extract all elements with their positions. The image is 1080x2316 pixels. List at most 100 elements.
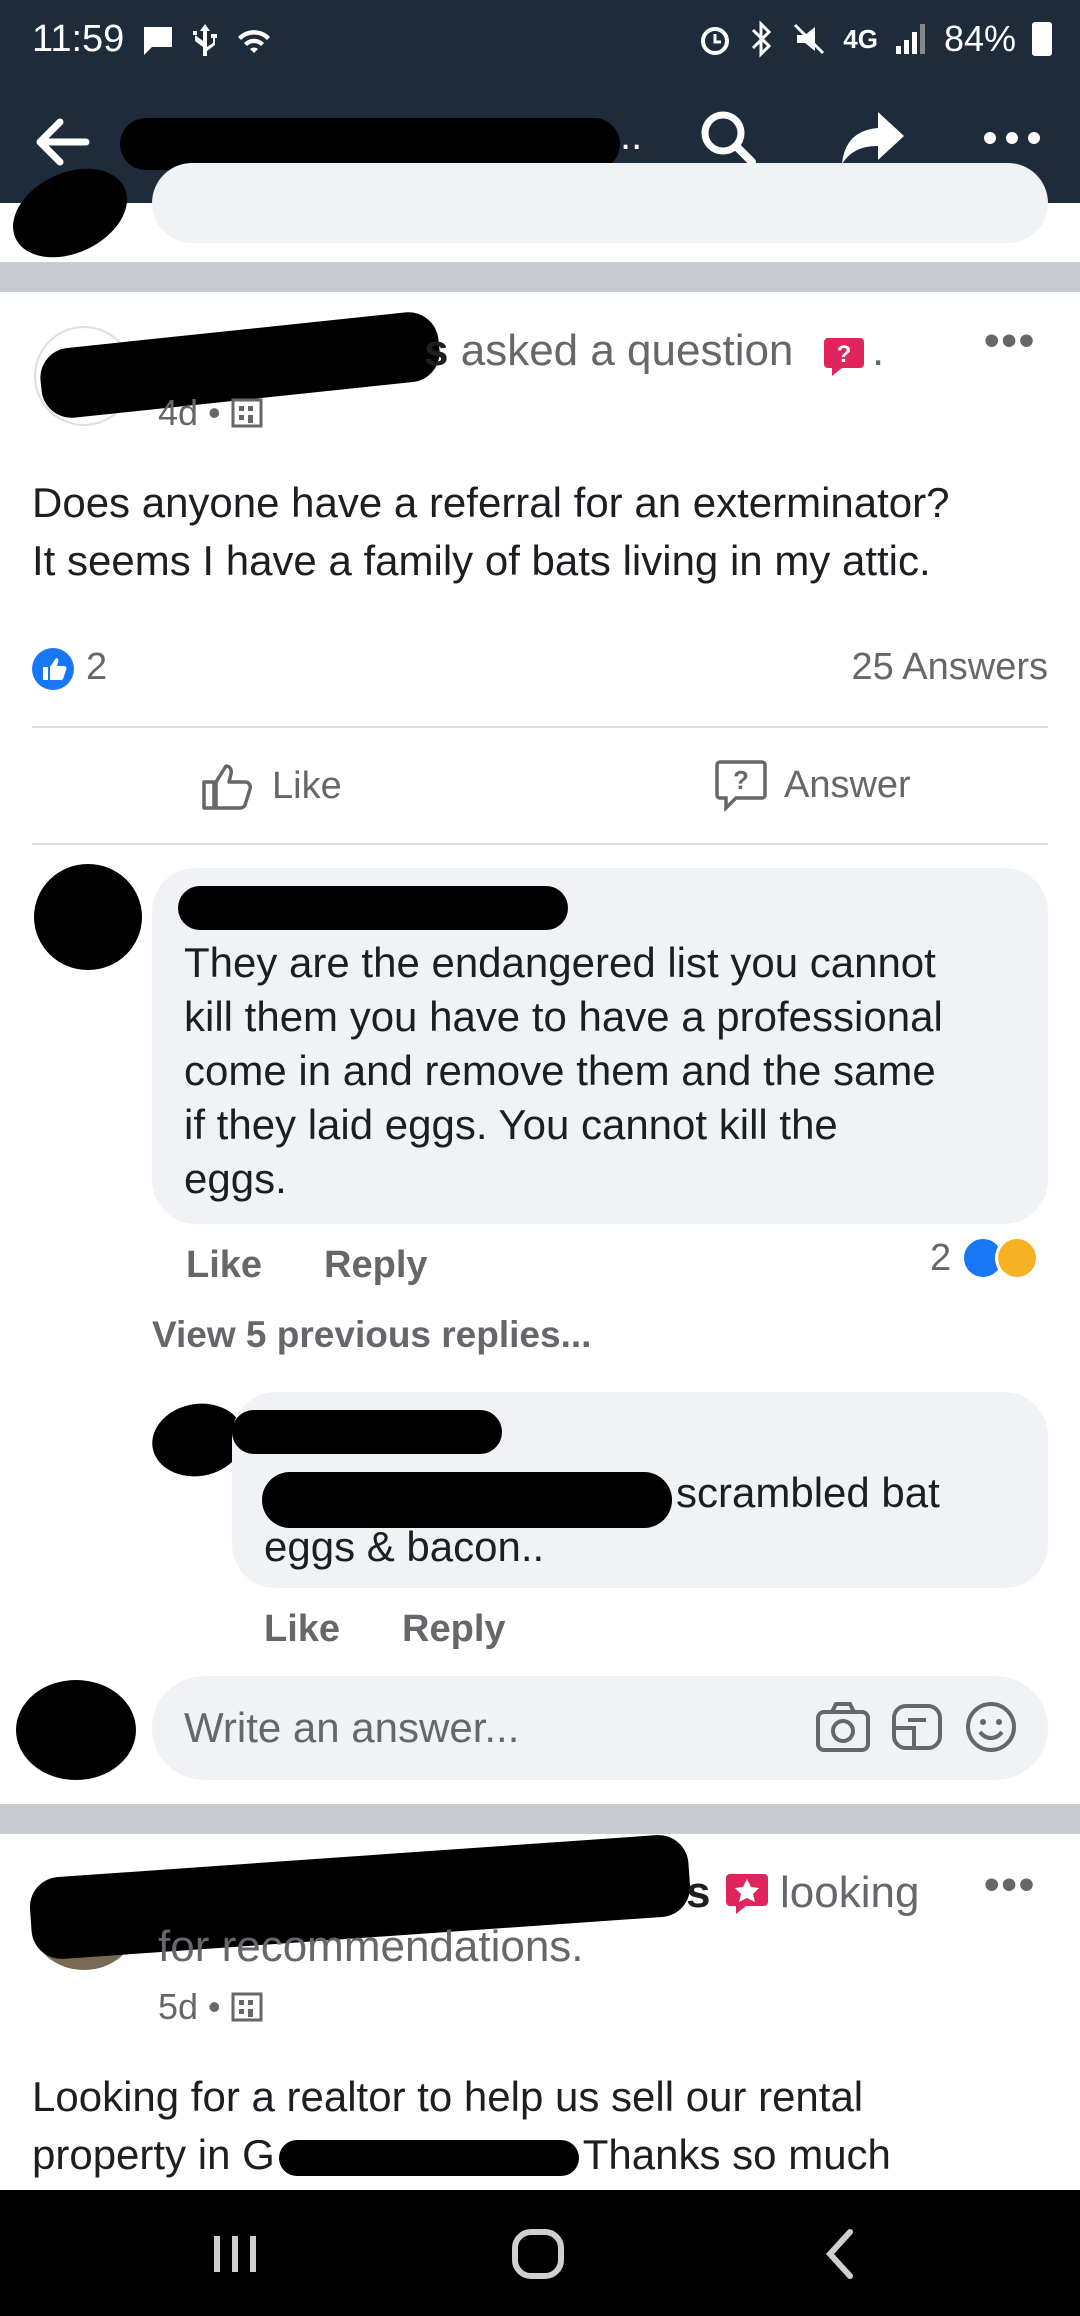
post-body-prefix: property in G [32, 2131, 275, 2178]
author-name-tail: s [424, 326, 449, 375]
post-meta: 5d • [158, 1986, 263, 2028]
home-icon[interactable] [503, 2224, 573, 2284]
header-period: . [872, 326, 885, 375]
recommendation-badge-icon [726, 1874, 768, 1914]
meta-separator: • [208, 392, 221, 433]
commenter-avatar[interactable] [34, 864, 142, 970]
camera-icon[interactable] [814, 1698, 872, 1756]
gif-sticker-icon[interactable] [888, 1698, 946, 1756]
post-more-icon[interactable]: ••• [984, 316, 1036, 366]
like-button-label: Like [272, 764, 342, 807]
divider-line [32, 843, 1048, 845]
divider-line [32, 726, 1048, 728]
post-action-text: looking [780, 1868, 920, 1917]
post-body-line: Does anyone have a referral for an exter… [32, 479, 950, 526]
post-body: Does anyone have a referral for an exter… [32, 474, 1052, 590]
recent-apps-icon[interactable] [200, 2224, 270, 2284]
bluetooth-icon [752, 20, 772, 58]
answer-button[interactable]: ? Answer [714, 758, 911, 812]
post-more-icon[interactable]: ••• [984, 1860, 1036, 1910]
reply-bubble: scrambled bat eggs & bacon.. [232, 1392, 1048, 1588]
system-nav-bar [0, 2190, 1080, 2316]
battery-icon [1032, 22, 1052, 56]
reply-line-2: eggs & bacon.. [264, 1523, 545, 1570]
answer-button-label: Answer [784, 763, 911, 806]
group-title[interactable]: ... [120, 114, 640, 170]
author-header: s asked a question [424, 326, 793, 376]
comment-line: come in and remove them and the same [184, 1047, 936, 1094]
comment-like-button[interactable]: Like [186, 1244, 262, 1287]
redacted-location [278, 2139, 579, 2176]
post-body: Looking for a realtor to help us sell ou… [32, 2068, 1052, 2184]
group-audience-icon [231, 1992, 263, 2022]
comment-line: kill them you have to have a professiona… [184, 993, 943, 1040]
comment-reaction-summary[interactable]: 2 [930, 1236, 1040, 1280]
svg-text:?: ? [733, 765, 749, 795]
post-body-line: It seems I have a family of bats living … [32, 537, 931, 584]
comment-text: They are the endangered list you cannot … [184, 936, 943, 1206]
answer-composer[interactable]: Write an answer... [152, 1676, 1048, 1780]
comment-line: if they laid eggs. You cannot kill the [184, 1101, 838, 1148]
author-header: s [686, 1868, 710, 1918]
like-button[interactable]: Like [200, 758, 342, 814]
like-count[interactable]: 2 [86, 646, 107, 689]
like-reaction-icon[interactable] [32, 648, 74, 690]
comment-reply-button[interactable]: Reply [324, 1244, 427, 1287]
haha-reaction-icon [995, 1236, 1040, 1280]
network-type: 4G [843, 23, 878, 54]
post-body-suffix: Thanks so much [582, 2131, 891, 2178]
reply-actions: Like Reply [264, 1608, 506, 1651]
group-audience-icon [231, 398, 263, 428]
status-bar: 11:59 4G 84% [0, 0, 1080, 84]
battery-percent: 84% [943, 18, 1016, 59]
share-icon[interactable] [838, 106, 908, 170]
thumbs-up-outline-icon [202, 764, 252, 810]
view-previous-replies-link[interactable]: View 5 previous replies... [152, 1314, 591, 1356]
post-body-line: property in G Thanks so much [32, 2126, 1052, 2184]
status-notification-icons [140, 22, 274, 60]
post-body-line: Looking for a realtor to help us sell ou… [32, 2073, 864, 2120]
reply-like-button[interactable]: Like [264, 1608, 340, 1651]
wifi-icon [238, 30, 270, 53]
reply-reply-button[interactable]: Reply [402, 1608, 505, 1651]
reply-line-1: scrambled bat [676, 1469, 940, 1516]
back-icon[interactable] [806, 2224, 876, 2284]
svg-text:?: ? [837, 341, 852, 368]
previous-comment-input[interactable] [152, 163, 1048, 243]
question-badge-icon: ? [824, 338, 864, 376]
message-notification-icon [144, 27, 172, 55]
post-age[interactable]: 4d [158, 392, 198, 434]
redacted-commenter-name[interactable] [178, 886, 568, 930]
post-age[interactable]: 5d [158, 1986, 198, 2028]
status-right: 4G 84% [697, 18, 1052, 60]
comment-line: They are the endangered list you cannot [184, 939, 936, 986]
emoji-icon[interactable] [962, 1698, 1020, 1756]
answer-bubble-icon: ? [715, 760, 767, 812]
answers-count[interactable]: 25 Answers [852, 646, 1048, 689]
title-ellipsis: ... [620, 114, 640, 158]
post-divider [0, 1804, 1080, 1834]
signal-icon [895, 24, 925, 54]
meta-separator: • [208, 1986, 221, 2027]
comment-reaction-count: 2 [930, 1236, 952, 1279]
post-meta: 4d • [158, 392, 263, 434]
redacted-replier-name[interactable] [232, 1410, 502, 1454]
reaction-summary-row: 2 25 Answers [32, 640, 1048, 700]
answer-input-placeholder[interactable]: Write an answer... [184, 1704, 519, 1752]
post-divider [0, 262, 1080, 292]
alarm-icon [701, 27, 730, 55]
author-name-tail: s [686, 1868, 711, 1917]
status-time: 11:59 [32, 18, 125, 60]
usb-icon [193, 24, 217, 56]
comment-line: eggs. [184, 1155, 287, 1202]
search-icon[interactable] [696, 106, 760, 170]
my-avatar [16, 1680, 136, 1780]
comment-bubble: They are the endangered list you cannot … [152, 868, 1048, 1224]
mute-icon [794, 23, 825, 55]
comment-actions: Like Reply [186, 1244, 428, 1287]
more-icon[interactable] [980, 106, 1044, 170]
back-arrow-icon[interactable] [30, 110, 94, 174]
previous-comment-composer-remnant [0, 151, 1080, 275]
post-action-text-line2: for recommendations. [158, 1922, 584, 1971]
post-action-text: asked a question [460, 326, 794, 375]
